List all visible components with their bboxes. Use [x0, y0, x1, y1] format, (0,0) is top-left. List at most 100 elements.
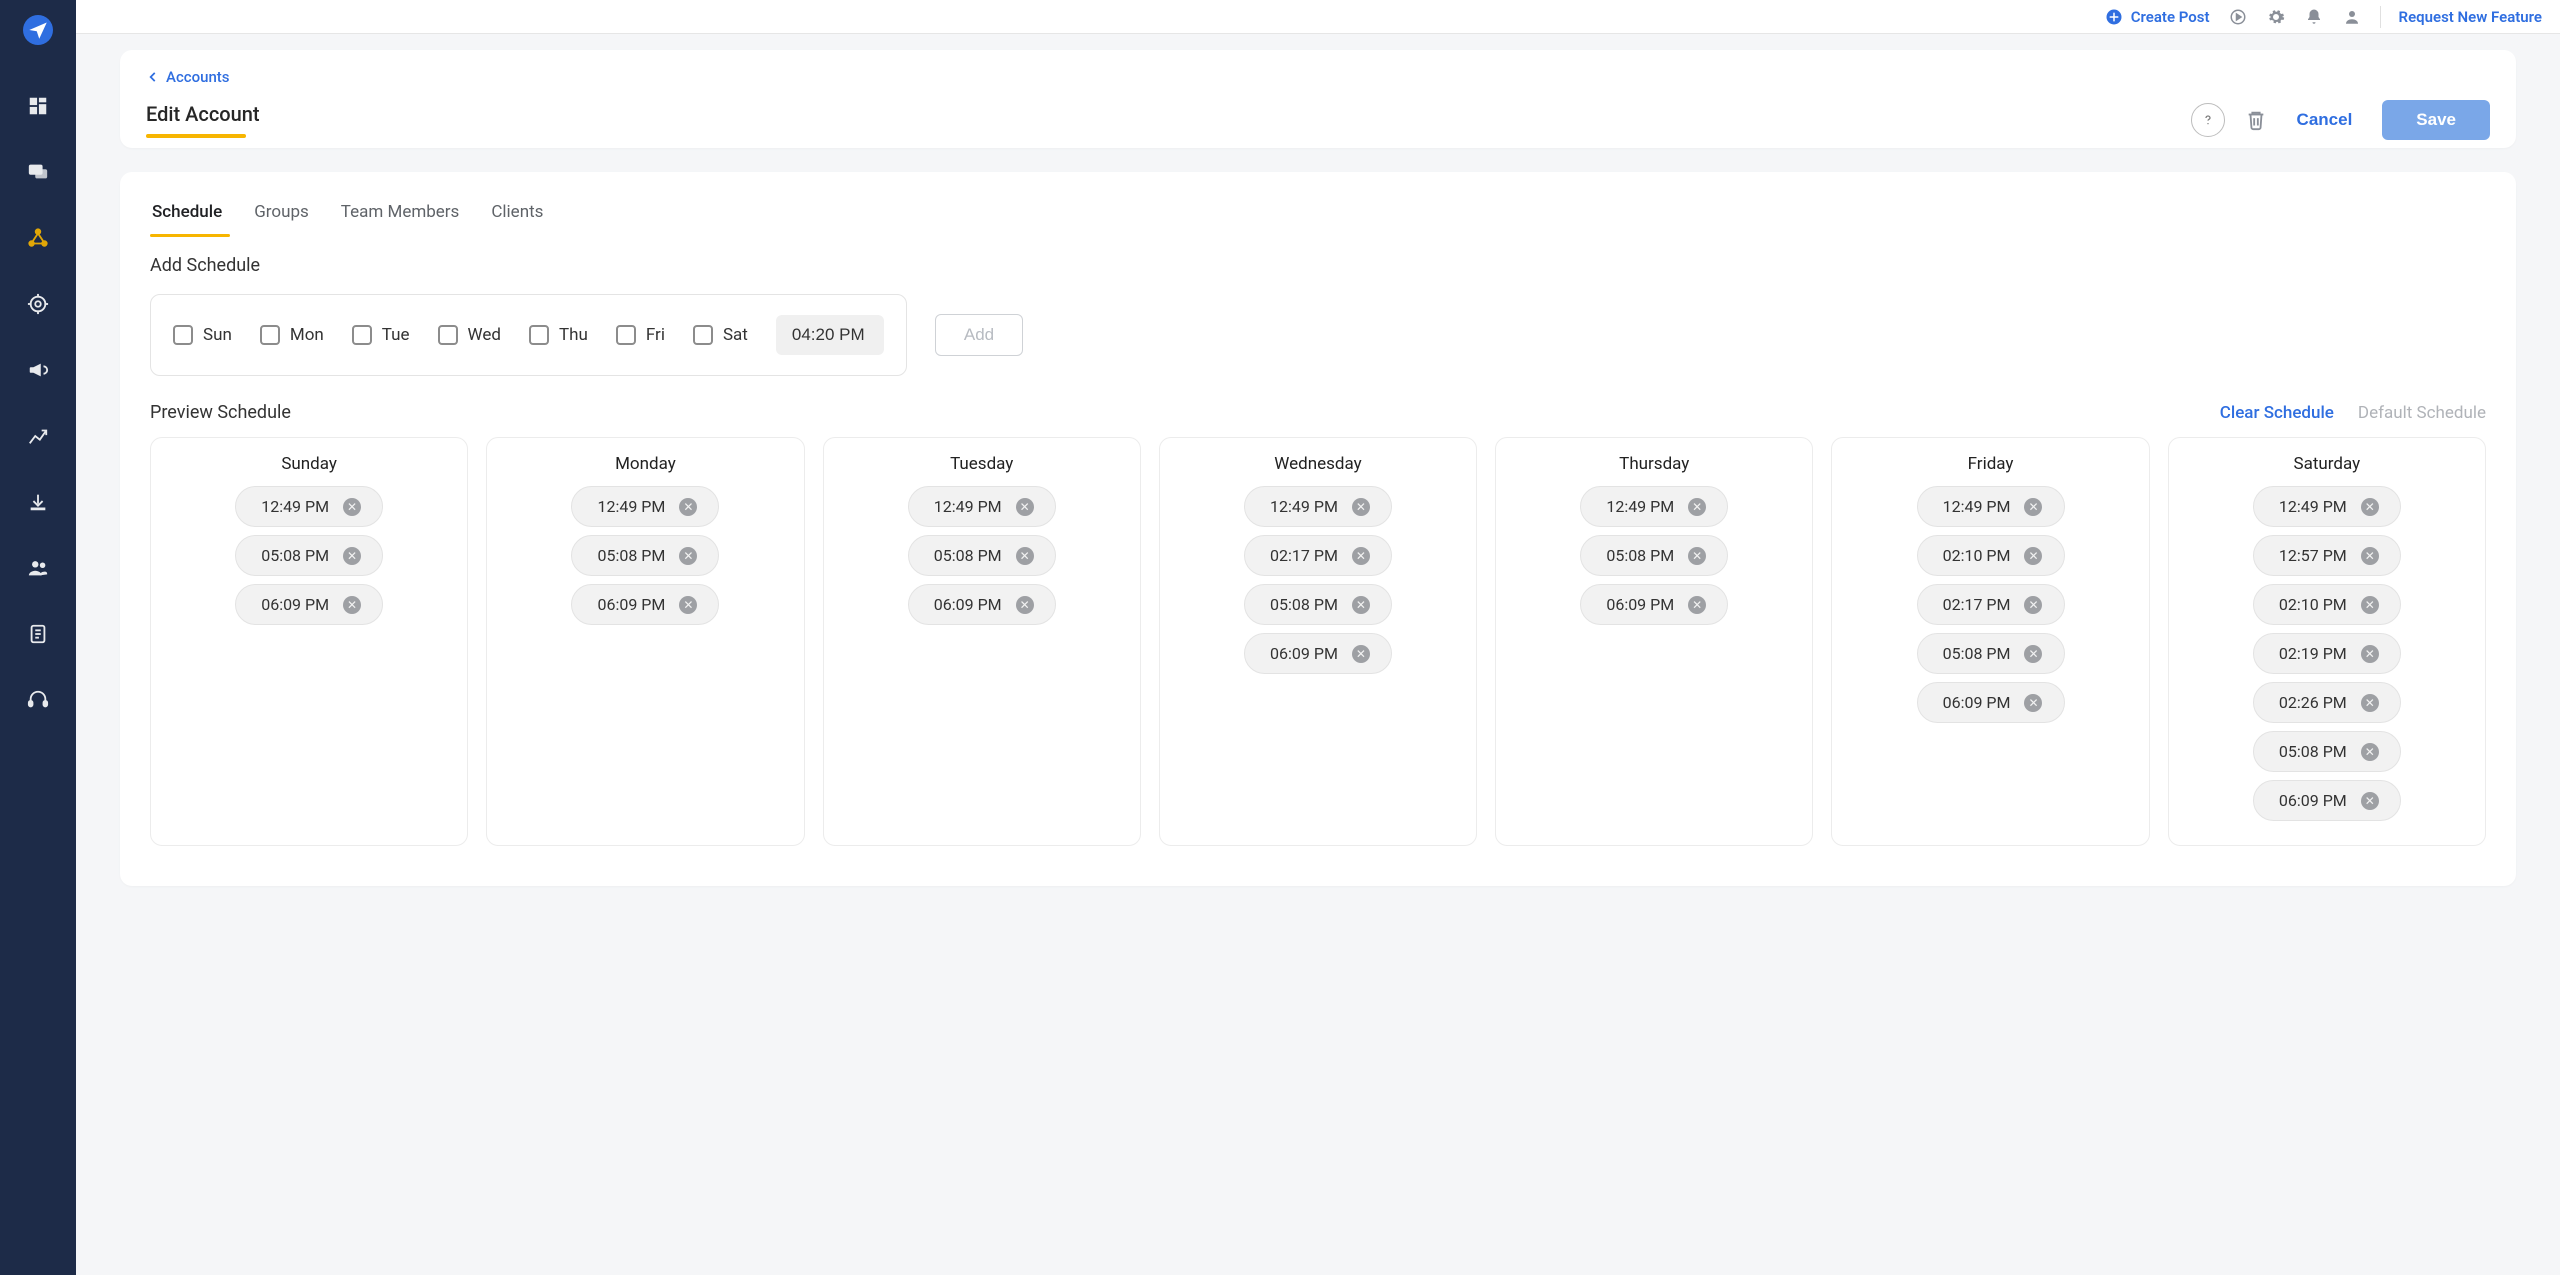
time-slot[interactable]: 05:08 PM✕: [1917, 633, 2065, 674]
time-slot[interactable]: 05:08 PM ✕: [908, 535, 1056, 576]
time-slot[interactable]: 02:10 PM✕: [2253, 584, 2401, 625]
request-feature-link[interactable]: Request New Feature: [2399, 8, 2542, 26]
remove-slot-icon[interactable]: ✕: [343, 547, 361, 565]
sidebar-item-team[interactable]: [14, 544, 62, 592]
time-slot-label: 06:09 PM: [934, 595, 1002, 614]
tab-clients[interactable]: Clients: [489, 194, 545, 230]
time-slot[interactable]: 12:49 PM✕: [1580, 486, 1728, 527]
remove-slot-icon[interactable]: ✕: [2024, 596, 2042, 614]
remove-slot-icon[interactable]: ✕: [2024, 694, 2042, 712]
remove-slot-icon[interactable]: ✕: [679, 596, 697, 614]
remove-slot-icon[interactable]: ✕: [2361, 547, 2379, 565]
time-slot[interactable]: 05:08 PM✕: [1580, 535, 1728, 576]
remove-slot-icon[interactable]: ✕: [2361, 498, 2379, 516]
day-check-fri[interactable]: Fri: [616, 325, 665, 345]
time-slot-label: 12:49 PM: [1270, 497, 1338, 516]
time-slot[interactable]: 02:17 PM✕: [1917, 584, 2065, 625]
remove-slot-icon[interactable]: ✕: [1352, 498, 1370, 516]
time-slot-label: 05:08 PM: [934, 546, 1002, 565]
sidebar-item-network[interactable]: [14, 214, 62, 262]
time-slot[interactable]: 06:09 PM✕: [1917, 682, 2065, 723]
tab-groups[interactable]: Groups: [252, 194, 311, 230]
time-slot[interactable]: 06:09 PM✕: [571, 584, 719, 625]
help-button[interactable]: [2191, 103, 2225, 137]
sidebar-item-dashboard[interactable]: [14, 82, 62, 130]
time-slot[interactable]: 12:57 PM✕: [2253, 535, 2401, 576]
time-slot[interactable]: 02:10 PM ✕: [1917, 535, 2065, 576]
remove-slot-icon[interactable]: ✕: [1688, 498, 1706, 516]
day-check-thu[interactable]: Thu: [529, 325, 588, 345]
time-slot[interactable]: 06:09 PM ✕: [908, 584, 1056, 625]
remove-slot-icon[interactable]: ✕: [1352, 596, 1370, 614]
breadcrumb[interactable]: Accounts: [146, 68, 230, 86]
time-slot[interactable]: 05:08 PM✕: [235, 535, 383, 576]
remove-slot-icon[interactable]: ✕: [1688, 596, 1706, 614]
remove-slot-icon[interactable]: ✕: [1352, 547, 1370, 565]
remove-slot-icon[interactable]: ✕: [2361, 645, 2379, 663]
sidebar-item-megaphone[interactable]: [14, 346, 62, 394]
time-slot-label: 12:49 PM: [1943, 497, 2011, 516]
remove-slot-icon[interactable]: ✕: [1016, 498, 1034, 516]
play-icon[interactable]: [2228, 7, 2248, 27]
day-check-tue[interactable]: Tue: [352, 325, 410, 345]
add-button[interactable]: Add: [935, 314, 1023, 356]
delete-button[interactable]: [2245, 109, 2267, 131]
time-slot[interactable]: 12:49 PM✕: [908, 486, 1056, 527]
brand-logo[interactable]: [22, 14, 54, 46]
remove-slot-icon[interactable]: ✕: [2024, 498, 2042, 516]
time-slot[interactable]: 06:09 PM✕: [235, 584, 383, 625]
time-slot[interactable]: 12:49 PM✕: [235, 486, 383, 527]
remove-slot-icon[interactable]: ✕: [679, 547, 697, 565]
remove-slot-icon[interactable]: ✕: [2361, 743, 2379, 761]
remove-slot-icon[interactable]: ✕: [343, 498, 361, 516]
remove-slot-icon[interactable]: ✕: [2361, 792, 2379, 810]
time-slot[interactable]: 12:49 PM ✕: [1244, 486, 1392, 527]
time-input[interactable]: [776, 315, 884, 355]
time-slot[interactable]: 05:08 PM✕: [2253, 731, 2401, 772]
day-column-title: Sunday: [163, 454, 455, 474]
remove-slot-icon[interactable]: ✕: [1016, 547, 1034, 565]
sidebar-item-support[interactable]: [14, 676, 62, 724]
time-slot[interactable]: 12:49 PM✕: [571, 486, 719, 527]
time-slot[interactable]: 05:08 PM✕: [571, 535, 719, 576]
day-check-mon[interactable]: Mon: [260, 325, 324, 345]
user-icon[interactable]: [2342, 7, 2362, 27]
time-slot[interactable]: 06:09 PM✕: [1244, 633, 1392, 674]
day-check-sat[interactable]: Sat: [693, 325, 748, 345]
bell-icon[interactable]: [2304, 7, 2324, 27]
time-slot-label: 02:10 PM: [1943, 546, 2011, 565]
remove-slot-icon[interactable]: ✕: [2024, 547, 2042, 565]
gear-icon[interactable]: [2266, 7, 2286, 27]
create-post-button[interactable]: Create Post: [2105, 8, 2210, 26]
time-slot[interactable]: 05:08 PM✕: [1244, 584, 1392, 625]
remove-slot-icon[interactable]: ✕: [2361, 596, 2379, 614]
sidebar-item-analytics[interactable]: [14, 412, 62, 460]
remove-slot-icon[interactable]: ✕: [2024, 645, 2042, 663]
time-slot[interactable]: 02:19 PM✕: [2253, 633, 2401, 674]
sidebar-item-target[interactable]: [14, 280, 62, 328]
sidebar-item-comments[interactable]: [14, 148, 62, 196]
remove-slot-icon[interactable]: ✕: [679, 498, 697, 516]
tab-schedule[interactable]: Schedule: [150, 194, 224, 230]
remove-slot-icon[interactable]: ✕: [1016, 596, 1034, 614]
save-button[interactable]: Save: [2382, 100, 2490, 140]
time-slot[interactable]: 06:09 PM✕: [2253, 780, 2401, 821]
cancel-button[interactable]: Cancel: [2287, 104, 2363, 136]
time-slot[interactable]: 12:49 PM✕: [2253, 486, 2401, 527]
checkbox-icon: [529, 325, 549, 345]
remove-slot-icon[interactable]: ✕: [1688, 547, 1706, 565]
day-check-wed[interactable]: Wed: [438, 325, 501, 345]
sidebar-item-document[interactable]: [14, 610, 62, 658]
remove-slot-icon[interactable]: ✕: [1352, 645, 1370, 663]
day-check-sun[interactable]: Sun: [173, 325, 232, 345]
time-slot[interactable]: 02:17 PM✕: [1244, 535, 1392, 576]
time-slot[interactable]: 02:26 PM✕: [2253, 682, 2401, 723]
divider: [2380, 6, 2381, 28]
time-slot[interactable]: 12:49 PM ✕: [1917, 486, 2065, 527]
clear-schedule-link[interactable]: Clear Schedule: [2220, 403, 2334, 423]
remove-slot-icon[interactable]: ✕: [343, 596, 361, 614]
tab-team-members[interactable]: Team Members: [339, 194, 462, 230]
sidebar-item-download[interactable]: [14, 478, 62, 526]
time-slot[interactable]: 06:09 PM✕: [1580, 584, 1728, 625]
remove-slot-icon[interactable]: ✕: [2361, 694, 2379, 712]
